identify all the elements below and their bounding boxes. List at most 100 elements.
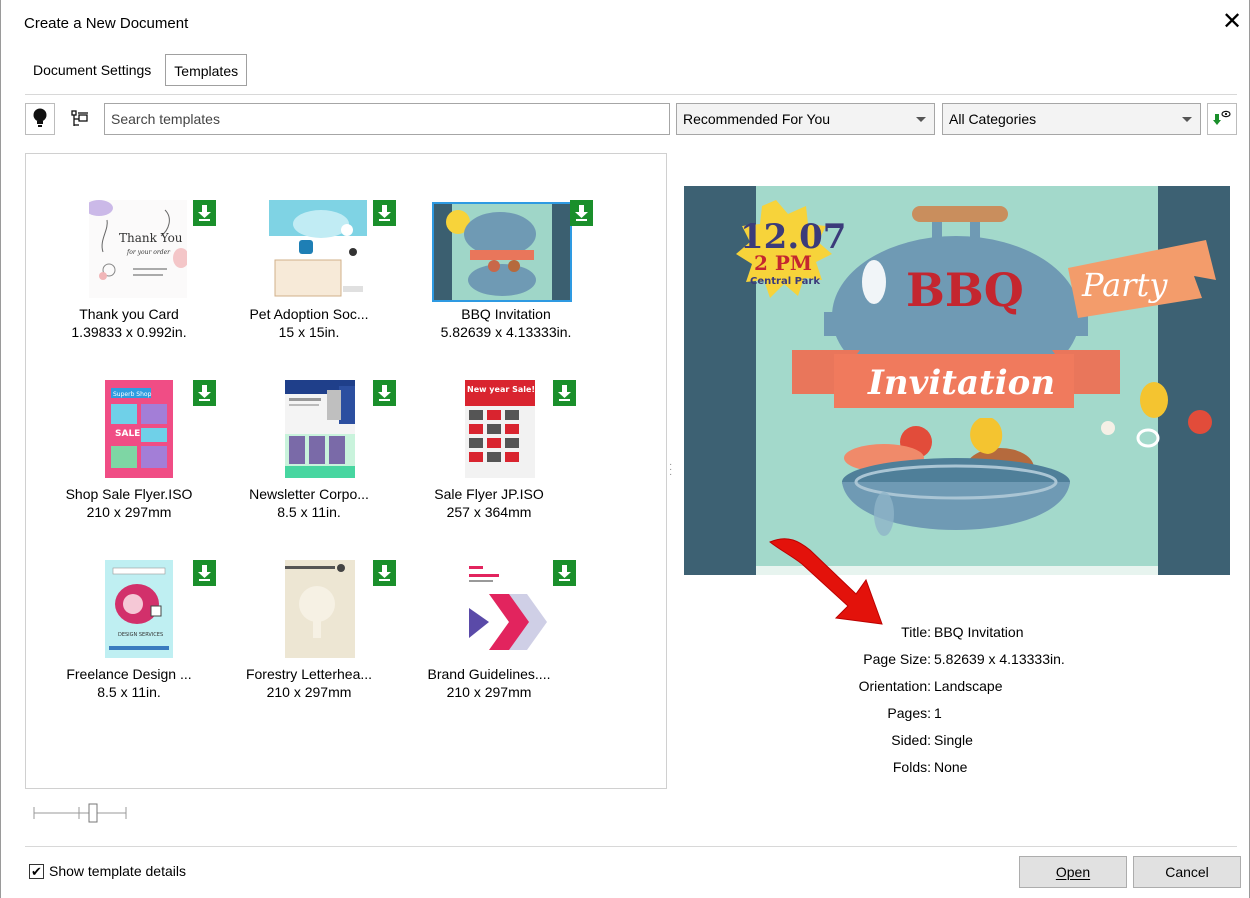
tab-document-settings[interactable]: Document Settings xyxy=(25,54,159,86)
brand-guidelines-thumb xyxy=(449,560,547,658)
shop-sale-flyer-thumb: Superb Shop SALE xyxy=(89,380,187,478)
thumb-sale-text: SALE xyxy=(115,429,140,439)
cancel-button-label: Cancel xyxy=(1165,864,1209,880)
template-tile[interactable]: DESIGN SERVICES Freelance Design ... 8.5… xyxy=(46,560,216,730)
detail-row-folds: Folds: None xyxy=(761,759,1241,781)
preview-time-text: 2 PM xyxy=(754,251,812,275)
detail-value: Single xyxy=(934,732,973,748)
thumb-design-services-text: DESIGN SERVICES xyxy=(118,632,163,638)
template-name: Brand Guidelines.... xyxy=(427,666,551,682)
template-size: 5.82639 x 4.13333in. xyxy=(440,324,572,340)
template-size: 210 x 297mm xyxy=(86,504,172,520)
thumbnail-size-slider[interactable] xyxy=(33,801,127,825)
pet-adoption-thumb xyxy=(269,200,367,298)
preview-ribbon-text: Invitation xyxy=(867,363,1055,403)
download-badge xyxy=(373,380,396,406)
lightbulb-icon xyxy=(33,108,47,127)
detail-row-pages: Pages: 1 xyxy=(761,705,1241,727)
newsletter-thumb xyxy=(269,380,367,478)
tab-templates[interactable]: Templates xyxy=(165,54,248,86)
template-name: Freelance Design ... xyxy=(66,666,192,682)
detail-label: Pages: xyxy=(887,705,931,721)
sale-flyer-jp-thumb: New year Sale! xyxy=(449,380,547,478)
template-thumbnail xyxy=(269,200,367,298)
download-arrow-icon xyxy=(198,205,211,221)
inspiration-button[interactable] xyxy=(25,103,55,135)
download-badge xyxy=(193,380,216,406)
close-icon[interactable]: ✕ xyxy=(1219,9,1245,35)
template-size: 210 x 297mm xyxy=(446,684,532,700)
template-toolbar: Recommended For You All Categories xyxy=(25,103,1237,135)
download-badge xyxy=(553,380,576,406)
open-button[interactable]: Open xyxy=(1019,856,1127,888)
template-tile[interactable]: Superb Shop SALE Shop Sale Flyer.ISO 210… xyxy=(46,380,216,550)
template-thumbnail xyxy=(432,202,572,302)
detail-label: Orientation: xyxy=(858,678,931,694)
download-arrow-icon xyxy=(558,385,571,401)
template-tile[interactable]: Thank You for your order Thank you Card … xyxy=(46,200,216,370)
thumb-new-year-text: New year Sale! xyxy=(467,385,535,394)
bbq-invitation-preview: 12.07 2 PM Central Park BBQ Party Invita… xyxy=(684,186,1230,575)
chevron-down-icon xyxy=(1182,117,1192,122)
open-button-label: Open xyxy=(1055,864,1091,880)
detail-label: Sided: xyxy=(891,732,931,748)
thumb-superb-shop-text: Superb Shop xyxy=(113,391,152,398)
template-name: BBQ Invitation xyxy=(461,306,551,322)
category-dropdown-value: All Categories xyxy=(949,111,1037,127)
download-badge xyxy=(373,200,396,226)
template-thumbnail xyxy=(449,560,547,658)
preview-place-text: Central Park xyxy=(750,276,820,287)
thank-you-card-thumb: Thank You for your order xyxy=(89,200,187,298)
template-gallery: Thank You for your order Thank you Card … xyxy=(25,153,667,789)
template-tile[interactable]: Brand Guidelines.... 210 x 297mm xyxy=(406,560,576,730)
search-input[interactable] xyxy=(104,103,670,135)
template-tile[interactable]: Forestry Letterhea... 210 x 297mm xyxy=(226,560,396,730)
download-badge xyxy=(570,200,593,226)
template-name: Shop Sale Flyer.ISO xyxy=(65,486,193,502)
pane-splitter[interactable]: · · · xyxy=(669,460,673,480)
detail-row-page-size: Page Size: 5.82639 x 4.13333in. xyxy=(761,651,1241,673)
show-details-label[interactable]: Show template details xyxy=(49,863,186,879)
detail-value: None xyxy=(934,759,968,775)
template-tile-selected[interactable]: BBQ Invitation 5.82639 x 4.13333in. xyxy=(406,200,593,370)
detail-value: 1 xyxy=(934,705,942,721)
download-arrow-icon xyxy=(378,205,391,221)
category-dropdown[interactable]: All Categories xyxy=(942,103,1201,135)
template-thumbnail: Thank You for your order xyxy=(89,200,187,298)
template-tile[interactable]: New year Sale! Sale Flyer JP.ISO 257 x 3… xyxy=(406,380,576,550)
detail-value: Landscape xyxy=(934,678,1003,694)
template-tile[interactable]: Pet Adoption Soc... 15 x 15in. xyxy=(226,200,396,370)
template-thumbnail xyxy=(269,560,367,658)
download-arrow-icon xyxy=(198,565,211,581)
slider-thumb[interactable] xyxy=(88,803,98,823)
detail-label: Folds: xyxy=(892,759,931,775)
bbq-invitation-thumb xyxy=(434,204,570,300)
detail-row-orientation: Orientation: Landscape xyxy=(761,678,1241,700)
category-tree-button[interactable] xyxy=(65,103,95,135)
download-arrow-icon xyxy=(575,205,588,221)
cancel-button[interactable]: Cancel xyxy=(1133,856,1241,888)
preview-headline-text: BBQ xyxy=(906,263,1024,317)
preview-flag-text: Party xyxy=(1081,266,1168,304)
red-annotation-arrow-icon xyxy=(769,538,883,625)
template-tile[interactable]: Newsletter Corpo... 8.5 x 11in. xyxy=(226,380,396,550)
template-size: 1.39833 x 0.992in. xyxy=(71,324,187,340)
template-thumbnail xyxy=(269,380,367,478)
thumb-for-your-order-text: for your order xyxy=(126,249,171,256)
template-size: 8.5 x 11in. xyxy=(277,504,341,520)
download-filter-button[interactable] xyxy=(1207,103,1237,135)
sort-dropdown-value: Recommended For You xyxy=(683,111,831,127)
download-badge xyxy=(193,560,216,586)
show-details-checkbox[interactable]: ✔ xyxy=(29,864,44,879)
detail-label: Title: xyxy=(901,624,931,640)
detail-row-title: Title: BBQ Invitation xyxy=(761,624,1241,646)
thumb-thank-you-text: Thank You xyxy=(119,231,183,245)
template-name: Forestry Letterhea... xyxy=(245,666,373,682)
create-document-dialog: Create a New Document ✕ Document Setting… xyxy=(0,0,1250,898)
sort-dropdown[interactable]: Recommended For You xyxy=(676,103,935,135)
download-badge xyxy=(373,560,396,586)
template-name: Pet Adoption Soc... xyxy=(249,306,369,322)
template-thumbnail: Superb Shop SALE xyxy=(89,380,187,478)
template-size: 15 x 15in. xyxy=(278,324,340,340)
download-arrow-icon xyxy=(378,385,391,401)
